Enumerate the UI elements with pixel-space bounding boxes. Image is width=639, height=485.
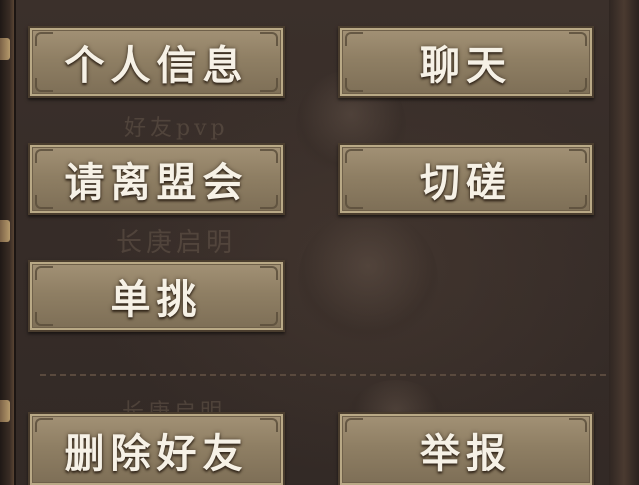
profile-info-button[interactable]: 个人信息 [28,26,285,98]
left-edge-notch [0,38,10,60]
duel-label: 单挑 [110,276,203,323]
corner-ornament [260,149,278,163]
corner-ornament [260,266,278,280]
report-label: 举报 [420,429,512,477]
report-button[interactable]: 举报 [338,412,594,485]
corner-ornament [35,149,53,163]
corner-ornament [35,266,53,280]
kick-from-alliance-button[interactable]: 请离盟会 [28,143,285,215]
corner-ornament [569,78,587,92]
background-friend-label: 好友pvp [124,116,229,141]
corner-ornament [260,312,278,326]
corner-ornament [569,149,587,163]
left-edge-notch [0,400,10,422]
corner-ornament [35,195,53,209]
background-avatar [298,210,438,350]
chat-label: 聊天 [420,42,512,89]
duel-button[interactable]: 单挑 [28,260,285,332]
context-menu-panel: 好友pvp 长庚启明 长庚启明 个人信息 聊天 请离盟会 切磋 单挑 [14,0,613,485]
kick-from-alliance-label: 请离盟会 [64,159,249,206]
corner-ornament [35,418,53,432]
right-edge-frame [609,0,639,485]
section-divider [40,374,606,376]
corner-ornament [569,195,587,209]
left-edge-frame [0,0,15,485]
corner-ornament [345,149,363,163]
spar-label: 切磋 [420,159,512,206]
corner-ornament [35,312,53,326]
corner-ornament [260,418,278,432]
delete-friend-button[interactable]: 删除好友 [28,412,285,485]
corner-ornament [260,32,278,46]
delete-friend-label: 删除好友 [64,429,249,477]
corner-ornament [569,32,587,46]
left-edge-notch [0,220,10,242]
corner-ornament [569,418,587,432]
corner-ornament [345,78,363,92]
corner-ornament [345,195,363,209]
corner-ornament [35,78,53,92]
spar-button[interactable]: 切磋 [338,143,594,215]
corner-ornament [260,78,278,92]
background-friend-name: 长庚启明 [116,228,237,258]
profile-info-label: 个人信息 [64,42,249,89]
corner-ornament [345,418,363,432]
chat-button[interactable]: 聊天 [338,26,594,98]
corner-ornament [260,195,278,209]
corner-ornament [345,32,363,46]
corner-ornament [35,32,53,46]
